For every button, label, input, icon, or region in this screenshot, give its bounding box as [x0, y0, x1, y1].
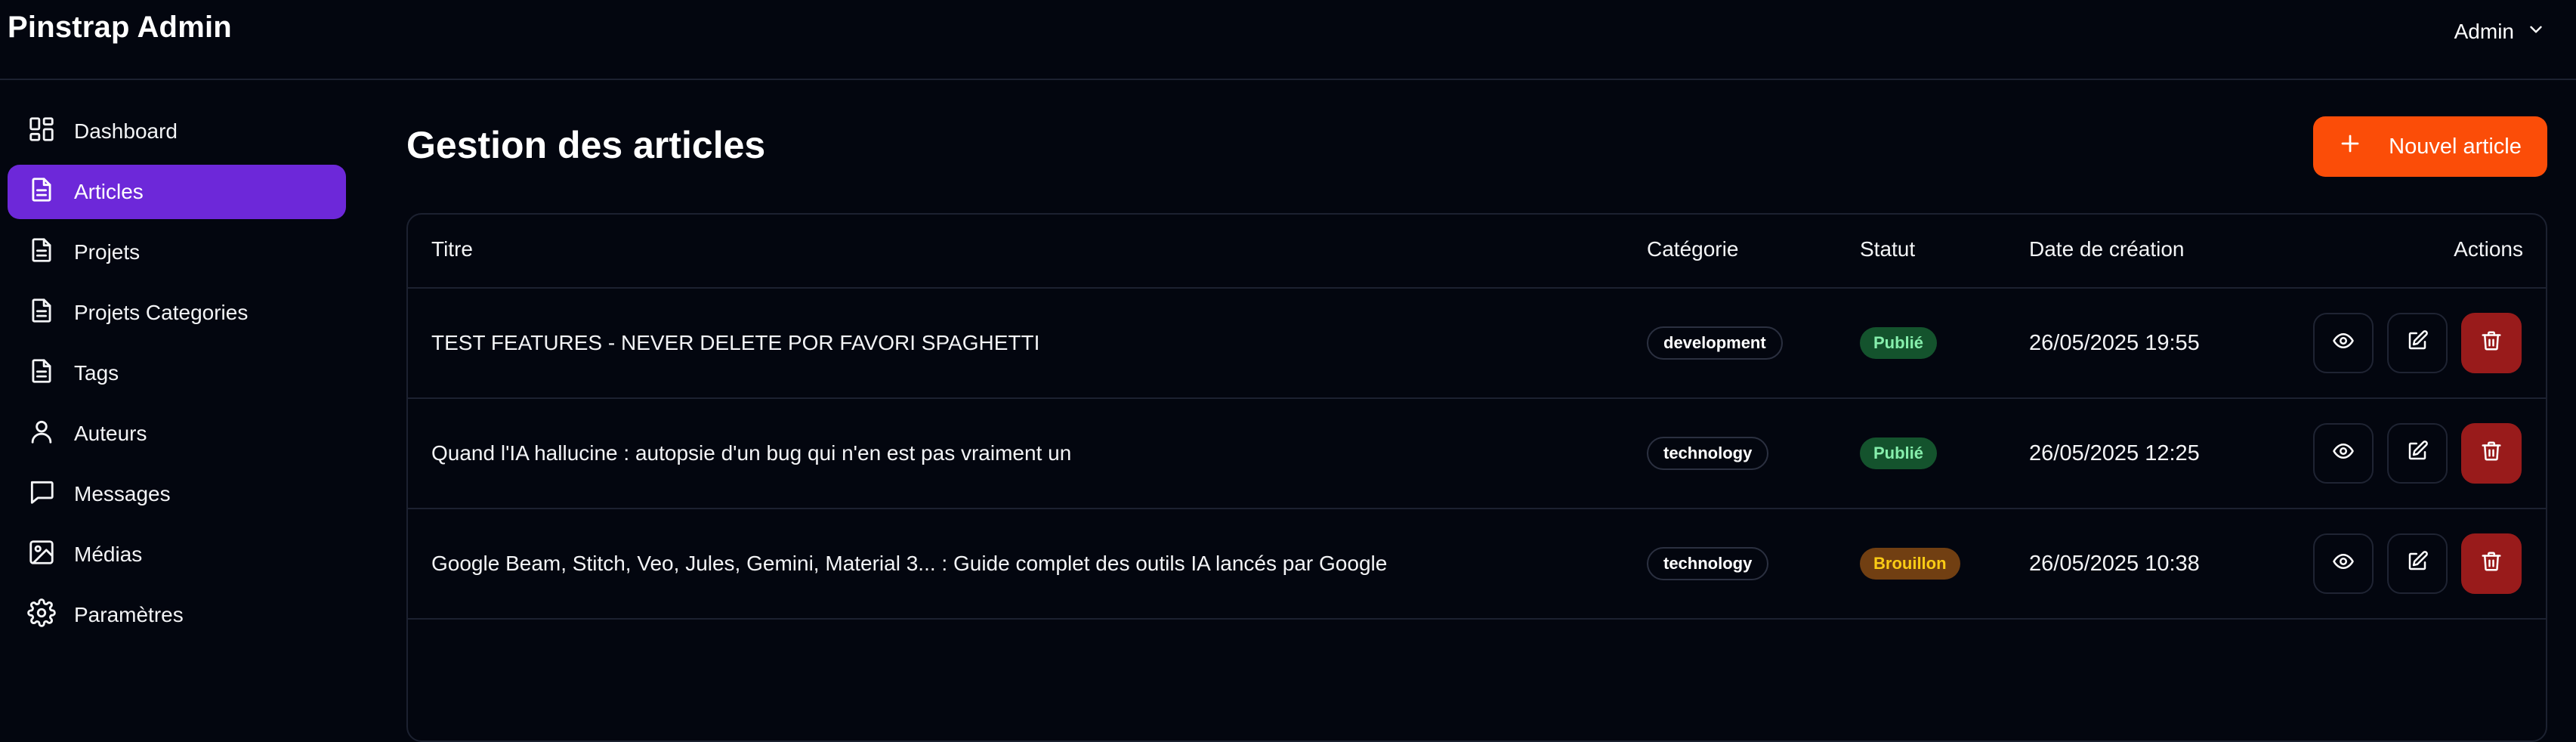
- document-icon: [27, 175, 56, 209]
- sidebar-item-messages[interactable]: Messages: [8, 467, 346, 521]
- sidebar-item-articles[interactable]: Articles: [8, 165, 346, 219]
- view-button[interactable]: [2313, 533, 2374, 594]
- delete-button[interactable]: [2461, 313, 2522, 373]
- chat-bubble-icon: [27, 478, 56, 512]
- category-badge: development: [1647, 326, 1783, 360]
- articles-table: Titre Catégorie Statut Date de création …: [406, 213, 2547, 742]
- trash-icon: [2480, 550, 2503, 578]
- eye-icon: [2332, 329, 2355, 357]
- row-actions: [2313, 509, 2522, 618]
- sidebar-item-label: Projets: [74, 240, 141, 264]
- article-title: TEST FEATURES - NEVER DELETE POR FAVORI …: [431, 331, 1040, 354]
- sidebar-item-parametres[interactable]: Paramètres: [8, 588, 346, 642]
- edit-icon: [2406, 329, 2429, 357]
- row-actions: [2313, 399, 2522, 508]
- table-row: Quand l'IA hallucine : autopsie d'un bug…: [408, 399, 2546, 509]
- edit-button[interactable]: [2387, 313, 2448, 373]
- edit-icon: [2406, 550, 2429, 578]
- gear-icon: [27, 598, 56, 632]
- column-header-category: Catégorie: [1647, 237, 1739, 261]
- table-header: Titre Catégorie Statut Date de création …: [408, 215, 2546, 289]
- category-cell: technology: [1647, 509, 1769, 618]
- dashboard-grid-icon: [27, 115, 56, 149]
- user-menu[interactable]: Admin: [2454, 17, 2546, 47]
- article-title: Quand l'IA hallucine : autopsie d'un bug…: [431, 441, 1072, 465]
- status-badge: Brouillon: [1860, 548, 1960, 580]
- sidebar-item-projets[interactable]: Projets: [8, 225, 346, 280]
- column-header-title: Titre: [431, 237, 473, 261]
- status-cell: Publié: [1860, 399, 1938, 508]
- status-cell: Brouillon: [1860, 509, 1960, 618]
- delete-button[interactable]: [2461, 423, 2522, 484]
- delete-button[interactable]: [2461, 533, 2522, 594]
- user-icon: [27, 417, 56, 451]
- view-button[interactable]: [2313, 313, 2374, 373]
- top-bar: Pinstrap Admin Admin: [0, 0, 2576, 80]
- edit-button[interactable]: [2387, 533, 2448, 594]
- trash-icon: [2480, 329, 2503, 357]
- brand-title[interactable]: Pinstrap Admin: [8, 11, 232, 45]
- edit-button[interactable]: [2387, 423, 2448, 484]
- sidebar-item-label: Auteurs: [74, 422, 147, 445]
- eye-icon: [2332, 440, 2355, 468]
- sidebar-item-label: Médias: [74, 543, 143, 566]
- column-header-date: Date de création: [2029, 237, 2185, 261]
- sidebar-item-projets-categories[interactable]: Projets Categories: [8, 286, 346, 340]
- category-badge: technology: [1647, 437, 1769, 470]
- document-icon: [27, 357, 56, 391]
- sidebar-item-medias[interactable]: Médias: [8, 527, 346, 582]
- page-title: Gestion des articles: [406, 124, 766, 166]
- table-row: Google Beam, Stitch, Veo, Jules, Gemini,…: [408, 509, 2546, 620]
- chevron-down-icon: [2526, 20, 2546, 45]
- new-article-button-label: Nouvel article: [2389, 134, 2522, 159]
- article-title: Google Beam, Stitch, Veo, Jules, Gemini,…: [431, 552, 1388, 575]
- plus-icon: [2339, 132, 2361, 161]
- sidebar-item-auteurs[interactable]: Auteurs: [8, 407, 346, 461]
- status-badge: Publié: [1860, 437, 1938, 469]
- category-cell: technology: [1647, 399, 1769, 508]
- sidebar-item-label: Projets Categories: [74, 301, 249, 324]
- category-badge: technology: [1647, 547, 1769, 580]
- created-date: 26/05/2025 10:38: [2029, 551, 2200, 576]
- created-date: 26/05/2025 19:55: [2029, 330, 2200, 355]
- sidebar-item-label: Messages: [74, 482, 171, 505]
- sidebar-item-dashboard[interactable]: Dashboard: [8, 104, 346, 159]
- status-cell: Publié: [1860, 289, 1938, 397]
- view-button[interactable]: [2313, 423, 2374, 484]
- sidebar-item-label: Tags: [74, 361, 119, 385]
- sidebar-item-tags[interactable]: Tags: [8, 346, 346, 400]
- image-icon: [27, 538, 56, 572]
- table-row: TEST FEATURES - NEVER DELETE POR FAVORI …: [408, 289, 2546, 399]
- sidebar-item-label: Dashboard: [74, 119, 178, 143]
- eye-icon: [2332, 550, 2355, 578]
- created-date: 26/05/2025 12:25: [2029, 441, 2200, 465]
- column-header-status: Statut: [1860, 237, 1916, 261]
- new-article-button[interactable]: Nouvel article: [2313, 116, 2547, 177]
- status-badge: Publié: [1860, 327, 1938, 359]
- user-menu-label: Admin: [2454, 20, 2514, 43]
- row-actions: [2313, 289, 2522, 397]
- document-icon: [27, 296, 56, 330]
- category-cell: development: [1647, 289, 1783, 397]
- edit-icon: [2406, 440, 2429, 468]
- document-icon: [27, 236, 56, 270]
- sidebar-item-label: Articles: [74, 180, 144, 203]
- sidebar-item-label: Paramètres: [74, 603, 184, 626]
- column-header-actions: Actions: [2454, 237, 2523, 261]
- trash-icon: [2480, 440, 2503, 468]
